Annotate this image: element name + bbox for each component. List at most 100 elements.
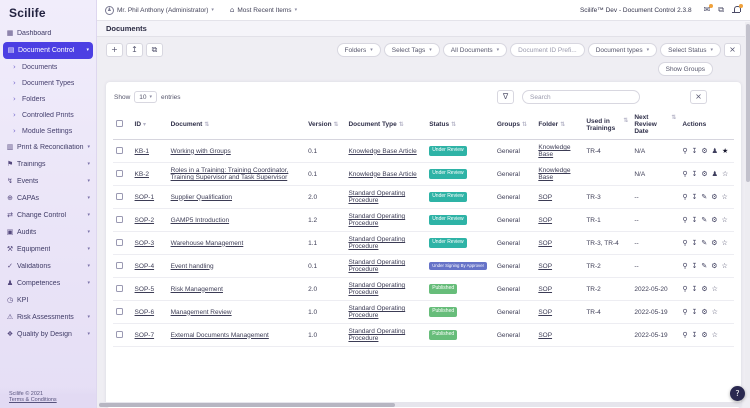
sidebar-item-document-control[interactable]: ▤ Document Control ▾ (3, 42, 93, 59)
select-all-checkbox[interactable] (116, 120, 123, 127)
edit-icon[interactable]: ✎ (701, 217, 707, 224)
doc-id-link[interactable]: SOP-3 (135, 240, 155, 247)
sidebar-item-capas[interactable]: ⊕ CAPAs ▾ (0, 190, 96, 207)
col-header-folder[interactable]: Folder (538, 121, 558, 128)
assign-user-icon[interactable]: ♟ (712, 171, 718, 178)
sort-icon[interactable]: ⇅ (204, 122, 209, 128)
row-checkbox[interactable] (116, 331, 123, 338)
clear-filters-button[interactable]: × (724, 43, 741, 57)
view-icon[interactable]: ⚲ (682, 194, 687, 201)
gear-icon[interactable]: ⚙ (711, 263, 717, 270)
doc-name-link[interactable]: Supplier Qualification (171, 194, 232, 201)
download-icon[interactable]: ↧ (692, 263, 698, 270)
select-status-filter-dropdown[interactable]: Select Status ▾ (660, 43, 721, 57)
favorite-icon[interactable]: ☆ (722, 263, 728, 270)
entries-select[interactable]: 10 ▾ (134, 91, 157, 103)
download-icon[interactable]: ↧ (692, 148, 698, 155)
doc-type-link[interactable]: Standard Operating Procedure (348, 190, 405, 204)
terms-link[interactable]: Terms & Conditions (9, 397, 57, 403)
folder-link[interactable]: Knowledge Base (538, 167, 570, 181)
doc-type-link[interactable]: Standard Operating Procedure (348, 282, 405, 296)
doc-type-link[interactable]: Standard Operating Procedure (348, 328, 405, 342)
sidebar-item-validations[interactable]: ✓ Validations ▾ (0, 258, 96, 275)
sidebar-item-risk-assessments[interactable]: ⚠ Risk Assessments ▾ (0, 309, 96, 326)
sidebar-item-module-settings[interactable]: › Module Settings (0, 123, 96, 139)
folder-link[interactable]: SOP (538, 217, 552, 224)
download-icon[interactable]: ↧ (692, 309, 698, 316)
gear-icon[interactable]: ⚙ (701, 332, 707, 339)
document-id-prefix-input[interactable]: Document ID Prefi... (510, 43, 585, 57)
doc-name-link[interactable]: Management Review (171, 309, 232, 316)
doc-id-link[interactable]: KB-2 (135, 171, 149, 178)
sort-icon[interactable]: ⇅ (671, 115, 676, 121)
folders-filter-dropdown[interactable]: Folders ▾ (337, 43, 381, 57)
folder-link[interactable]: SOP (538, 286, 552, 293)
doc-id-link[interactable]: SOP-7 (135, 332, 155, 339)
doc-name-link[interactable]: Event handling (171, 263, 214, 270)
doc-name-link[interactable]: Working with Groups (171, 148, 231, 155)
show-groups-button[interactable]: Show Groups (658, 62, 713, 76)
doc-type-link[interactable]: Standard Operating Procedure (348, 259, 405, 273)
sort-icon[interactable]: ⇅ (334, 122, 339, 128)
favorite-icon[interactable]: ☆ (712, 309, 718, 316)
gear-icon[interactable]: ⚙ (711, 194, 717, 201)
gear-icon[interactable]: ⚙ (701, 171, 707, 178)
download-icon[interactable]: ↧ (692, 332, 698, 339)
sidebar-item-equipment[interactable]: ⚒ Equipment ▾ (0, 241, 96, 258)
folder-link[interactable]: Knowledge Base (538, 144, 570, 158)
sort-icon[interactable]: ⇅ (451, 122, 456, 128)
doc-type-link[interactable]: Standard Operating Procedure (348, 305, 405, 319)
sidebar-item-change-control[interactable]: ⇄ Change Control ▾ (0, 207, 96, 224)
select-tags-filter-dropdown[interactable]: Select Tags ▾ (384, 43, 440, 57)
apps-button[interactable]: ⧉ (718, 6, 724, 14)
search-input[interactable] (522, 90, 640, 104)
add-document-button[interactable]: + (106, 43, 123, 57)
notifications-button[interactable] (732, 6, 740, 14)
doc-id-link[interactable]: KB-1 (135, 148, 149, 155)
row-checkbox[interactable] (116, 216, 123, 223)
folder-link[interactable]: SOP (538, 263, 552, 270)
doc-id-link[interactable]: SOP-1 (135, 194, 155, 201)
document-types-filter-dropdown[interactable]: Document types ▾ (588, 43, 657, 57)
sidebar-item-trainings[interactable]: ⚑ Trainings ▾ (0, 156, 96, 173)
doc-type-link[interactable]: Standard Operating Procedure (348, 236, 405, 250)
row-checkbox[interactable] (116, 193, 123, 200)
view-icon[interactable]: ⚲ (682, 240, 687, 247)
favorite-icon[interactable]: ☆ (712, 286, 718, 293)
row-checkbox[interactable] (116, 285, 123, 292)
col-header-status[interactable]: Status (429, 121, 449, 128)
favorite-icon[interactable]: ★ (722, 148, 728, 155)
favorite-icon[interactable]: ☆ (722, 240, 728, 247)
edit-icon[interactable]: ✎ (701, 194, 707, 201)
view-icon[interactable]: ⚲ (682, 286, 687, 293)
sidebar-item-kpi[interactable]: ◷ KPI (0, 292, 96, 309)
messages-button[interactable]: ✉ (704, 6, 711, 14)
col-header-groups[interactable]: Groups (497, 121, 520, 128)
favorite-icon[interactable]: ☆ (722, 217, 728, 224)
assign-user-icon[interactable]: ♟ (712, 148, 718, 155)
download-icon[interactable]: ↧ (692, 217, 698, 224)
view-icon[interactable]: ⚲ (682, 148, 687, 155)
recent-items-menu[interactable]: ⌂ Most Recent Items ▾ (230, 7, 297, 14)
sidebar-item-audits[interactable]: ▣ Audits ▾ (0, 224, 96, 241)
download-icon[interactable]: ↧ (692, 286, 698, 293)
help-button[interactable]: ? (730, 386, 745, 401)
edit-icon[interactable]: ✎ (701, 263, 707, 270)
download-icon[interactable]: ↧ (692, 171, 698, 178)
sort-icon[interactable]: ⇅ (522, 122, 527, 128)
row-checkbox[interactable] (116, 147, 123, 154)
gear-icon[interactable]: ⚙ (711, 217, 717, 224)
doc-id-link[interactable]: SOP-6 (135, 309, 155, 316)
sidebar-item-documents[interactable]: › Documents (0, 59, 96, 75)
sort-icon[interactable]: ⇅ (623, 118, 628, 124)
scrollbar-thumb[interactable] (99, 403, 395, 407)
col-header-doc-type[interactable]: Document Type (348, 121, 396, 128)
col-header-version[interactable]: Version (308, 121, 331, 128)
view-icon[interactable]: ⚲ (682, 332, 687, 339)
user-menu[interactable]: ♟ Mr. Phil Anthony (Administrator) ▾ (105, 6, 214, 15)
doc-id-link[interactable]: SOP-2 (135, 217, 155, 224)
view-icon[interactable]: ⚲ (682, 309, 687, 316)
doc-type-link[interactable]: Knowledge Base Article (348, 148, 416, 155)
row-checkbox[interactable] (116, 308, 123, 315)
edit-icon[interactable]: ✎ (701, 240, 707, 247)
